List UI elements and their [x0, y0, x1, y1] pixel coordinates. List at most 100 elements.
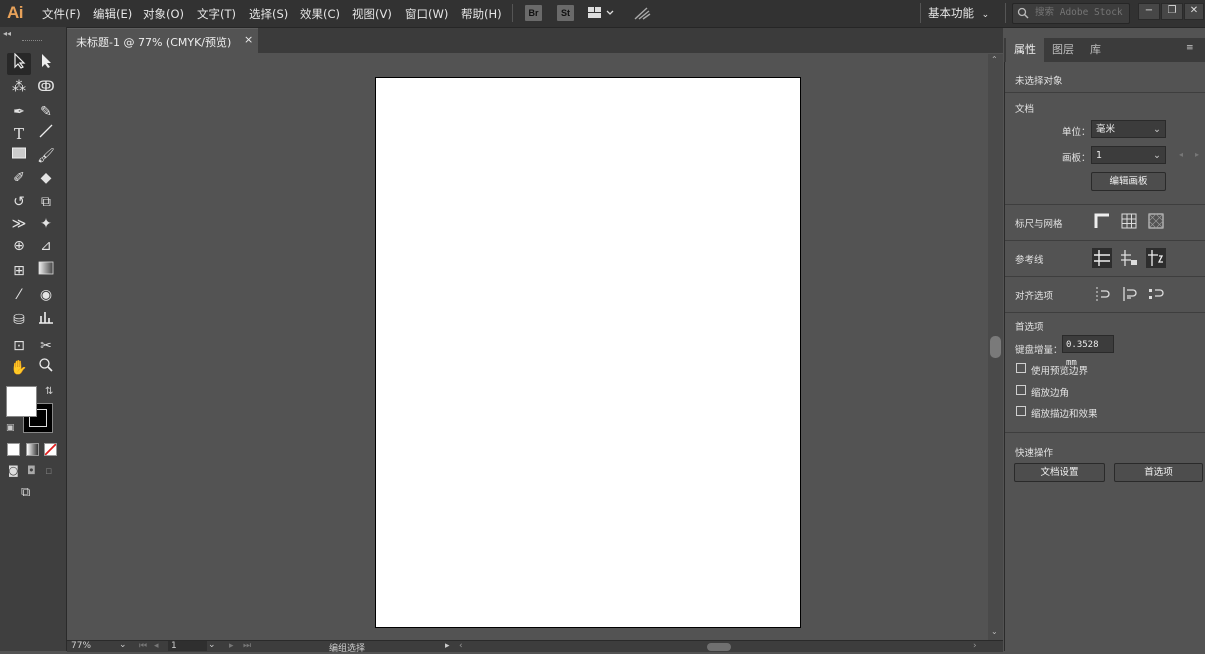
screen-mode-icon[interactable]: ⧉	[21, 485, 30, 500]
width-tool[interactable]: ≫	[7, 213, 31, 235]
tab-properties[interactable]: 属性	[1006, 38, 1044, 62]
slice-tool[interactable]: ✂	[34, 335, 58, 357]
zoom-dropdown-icon[interactable]: ⌄	[119, 640, 127, 650]
rectangle-tool[interactable]	[7, 145, 31, 167]
stock-button[interactable]: St	[557, 5, 574, 21]
zoom-tool[interactable]	[34, 357, 58, 379]
lasso-tool[interactable]: ↂ	[34, 76, 58, 98]
menu-effect[interactable]: 效果(C)	[300, 6, 340, 22]
menu-file[interactable]: 文件(F)	[42, 6, 81, 22]
arrange-documents-button[interactable]	[587, 6, 615, 20]
scroll-up-icon[interactable]: ⌃	[991, 55, 998, 64]
hscroll-left-icon[interactable]: ‹	[459, 641, 463, 651]
menu-view[interactable]: 视图(V)	[352, 6, 392, 22]
curvature-tool[interactable]: ✎	[34, 101, 58, 123]
artboard[interactable]	[375, 77, 801, 628]
eyedropper-tool[interactable]: ⁄	[7, 284, 31, 306]
lock-guides-toggle[interactable]	[1119, 248, 1139, 268]
first-artboard-icon[interactable]: ⏮	[139, 641, 147, 651]
document-setup-button[interactable]: 文档设置	[1014, 463, 1105, 482]
scale-tool[interactable]: ⧉	[34, 191, 58, 213]
menu-window[interactable]: 窗口(W)	[405, 6, 448, 22]
stock-search[interactable]	[1012, 3, 1130, 24]
last-artboard-icon[interactable]: ⏭	[243, 641, 251, 651]
type-tool[interactable]: T	[7, 123, 31, 145]
menu-help[interactable]: 帮助(H)	[461, 6, 502, 22]
mesh-tool[interactable]: ⊞	[7, 260, 31, 282]
blend-tool[interactable]: ◉	[34, 284, 58, 306]
rotate-tool[interactable]: ↺	[7, 191, 31, 213]
gradient-tool[interactable]	[34, 260, 58, 282]
close-tab-icon[interactable]: ×	[244, 33, 253, 46]
tab-layers[interactable]: 图层	[1044, 38, 1082, 62]
menu-object[interactable]: 对象(O)	[143, 6, 184, 22]
draw-normal-icon[interactable]: ◙	[8, 464, 19, 477]
edit-artboards-button[interactable]: 编辑画板	[1091, 172, 1166, 191]
symbol-sprayer-tool[interactable]: ⛁	[7, 309, 31, 331]
direct-selection-tool[interactable]	[34, 53, 58, 75]
status-menu-icon[interactable]: ▸	[445, 641, 450, 651]
restore-button[interactable]: ❐	[1161, 3, 1183, 20]
artboard-number[interactable]: 1	[168, 641, 207, 651]
perspective-grid-tool[interactable]: ⊿	[34, 235, 58, 257]
hscroll-right-icon[interactable]: ›	[973, 641, 977, 651]
zoom-level[interactable]: 77%	[71, 641, 91, 651]
snap-to-point-toggle[interactable]	[1092, 284, 1112, 304]
color-mode-button[interactable]	[7, 443, 20, 456]
menu-edit[interactable]: 编辑(E)	[93, 6, 132, 22]
snap-to-glyph-toggle[interactable]	[1146, 284, 1166, 304]
paintbrush-tool[interactable]: 🖌	[34, 145, 58, 167]
units-dropdown[interactable]: 毫米 ⌄	[1091, 120, 1166, 138]
magic-wand-tool[interactable]: ⁂	[7, 76, 31, 98]
checkbox-scale-strokes-effects[interactable]	[1016, 406, 1026, 416]
rulers-toggle[interactable]	[1092, 211, 1112, 231]
minimize-button[interactable]: −	[1138, 3, 1160, 20]
menu-select[interactable]: 选择(S)	[249, 6, 288, 22]
tab-libraries[interactable]: 库	[1082, 38, 1109, 62]
smart-guides-toggle[interactable]	[1146, 248, 1166, 268]
previous-artboard-icon[interactable]: ◂	[1179, 150, 1183, 159]
artboard-dropdown-icon[interactable]: ⌄	[208, 640, 216, 650]
pen-tool[interactable]: ✒	[7, 101, 31, 123]
puppet-warp-tool[interactable]: ✦	[34, 213, 58, 235]
checkbox-scale-corners[interactable]	[1016, 385, 1026, 395]
workspace-switcher[interactable]: 基本功能 ⌄	[928, 5, 989, 21]
show-guides-toggle[interactable]	[1092, 248, 1112, 268]
snap-to-pixel-toggle[interactable]	[1119, 284, 1139, 304]
swap-fill-stroke-icon[interactable]: ⇅	[45, 386, 53, 397]
collapse-toolbox-icon[interactable]: ◂◂	[3, 29, 11, 38]
gpu-performance-button[interactable]	[632, 5, 652, 21]
checkbox-use-preview-bounds[interactable]	[1016, 363, 1026, 373]
close-window-button[interactable]: ✕	[1184, 3, 1204, 20]
horizontal-scroll-thumb[interactable]	[707, 643, 731, 651]
bridge-button[interactable]: Br	[525, 5, 542, 21]
previous-artboard-icon[interactable]: ◂	[154, 641, 159, 651]
shaper-tool[interactable]: ✐	[7, 167, 31, 189]
preferences-button[interactable]: 首选项	[1114, 463, 1203, 482]
column-graph-tool[interactable]	[34, 309, 58, 331]
vertical-scroll-thumb[interactable]	[990, 336, 1001, 358]
artboard-dropdown[interactable]: 1 ⌄	[1091, 146, 1166, 164]
next-artboard-icon[interactable]: ▸	[1195, 150, 1199, 159]
grid-toggle[interactable]	[1119, 211, 1139, 231]
toolbox-grip[interactable]	[22, 40, 42, 43]
fill-swatch[interactable]	[6, 386, 37, 417]
scroll-down-icon[interactable]: ⌄	[991, 627, 998, 636]
stock-search-input[interactable]	[1035, 5, 1125, 20]
hand-tool[interactable]: ✋	[7, 357, 31, 379]
selection-tool[interactable]	[7, 52, 31, 75]
shape-builder-tool[interactable]: ⊕	[7, 235, 31, 257]
default-colors-icon[interactable]: ▣	[6, 423, 15, 433]
none-mode-button[interactable]	[44, 443, 57, 456]
eraser-tool[interactable]: ◆	[34, 167, 58, 189]
panel-menu-icon[interactable]: ≡	[1186, 43, 1194, 53]
draw-inside-icon[interactable]: ▫	[45, 464, 52, 477]
document-tab[interactable]: 未标题-1 @ 77% (CMYK/预览) ×	[67, 28, 258, 53]
next-artboard-icon[interactable]: ▸	[229, 641, 234, 651]
line-segment-tool[interactable]	[34, 123, 58, 145]
menu-type[interactable]: 文字(T)	[197, 6, 236, 22]
artboard-tool[interactable]: ⊡	[7, 335, 31, 357]
draw-behind-icon[interactable]: ◘	[27, 464, 36, 477]
transparency-grid-toggle[interactable]	[1146, 211, 1166, 231]
gradient-mode-button[interactable]	[26, 443, 39, 456]
